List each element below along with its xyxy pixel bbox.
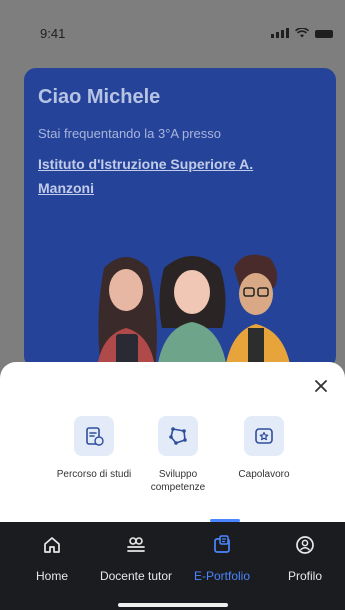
option-label: Percorso di studi	[56, 469, 132, 480]
app-screen: 9:41 Ciao Michele Stai frequentando la 3…	[0, 0, 345, 610]
welcome-card: Ciao Michele Stai frequentando la 3°A pr…	[24, 68, 336, 368]
students-illustration	[96, 254, 291, 368]
tab-profilo[interactable]: Profilo	[265, 522, 345, 592]
status-time: 9:41	[40, 26, 66, 41]
home-icon	[44, 537, 60, 553]
tab-label: E-Portfolio	[193, 569, 251, 583]
option-sviluppo-competenze[interactable]: Sviluppo competenze	[138, 416, 218, 494]
close-icon[interactable]	[311, 376, 331, 396]
status-bar: 9:41	[0, 26, 345, 46]
bottom-tab-bar: Home Docente tutor E-Portfolio Profilo	[0, 519, 345, 610]
option-label: Sviluppo competenze	[150, 469, 206, 493]
tab-docente-tutor[interactable]: Docente tutor	[96, 522, 176, 592]
option-capolavoro[interactable]: Capolavoro	[224, 416, 304, 481]
battery-icon	[315, 30, 333, 38]
bottom-sheet: Percorso di studi Sviluppo competenze Ca…	[0, 362, 345, 522]
tab-label: Profilo	[287, 569, 322, 583]
greeting-title: Ciao Michele	[38, 86, 161, 108]
tutor-icon	[127, 537, 145, 552]
option-icon-tile	[158, 416, 198, 456]
option-icon-tile	[244, 416, 284, 456]
option-percorso-di-studi[interactable]: Percorso di studi	[54, 416, 134, 481]
tab-label: Home	[35, 569, 68, 583]
option-label: Capolavoro	[238, 469, 290, 480]
portfolio-icon	[214, 535, 230, 553]
star-frame-icon	[255, 428, 273, 444]
document-swap-icon	[86, 427, 104, 446]
profile-icon	[296, 536, 314, 554]
tab-home[interactable]: Home	[12, 522, 92, 592]
status-icons	[271, 28, 333, 38]
home-indicator	[118, 603, 228, 607]
school-link[interactable]: Istituto d'Istruzione Superiore A. Manzo…	[38, 152, 308, 200]
tab-label: Docente tutor	[99, 569, 173, 583]
network-polygon-icon	[169, 427, 187, 445]
signal-icon	[271, 28, 289, 38]
tab-e-portfolio[interactable]: E-Portfolio	[182, 519, 262, 592]
class-subtitle: Stai frequentando la 3°A presso	[38, 126, 221, 141]
option-icon-tile	[74, 416, 114, 456]
wifi-icon	[295, 28, 309, 38]
